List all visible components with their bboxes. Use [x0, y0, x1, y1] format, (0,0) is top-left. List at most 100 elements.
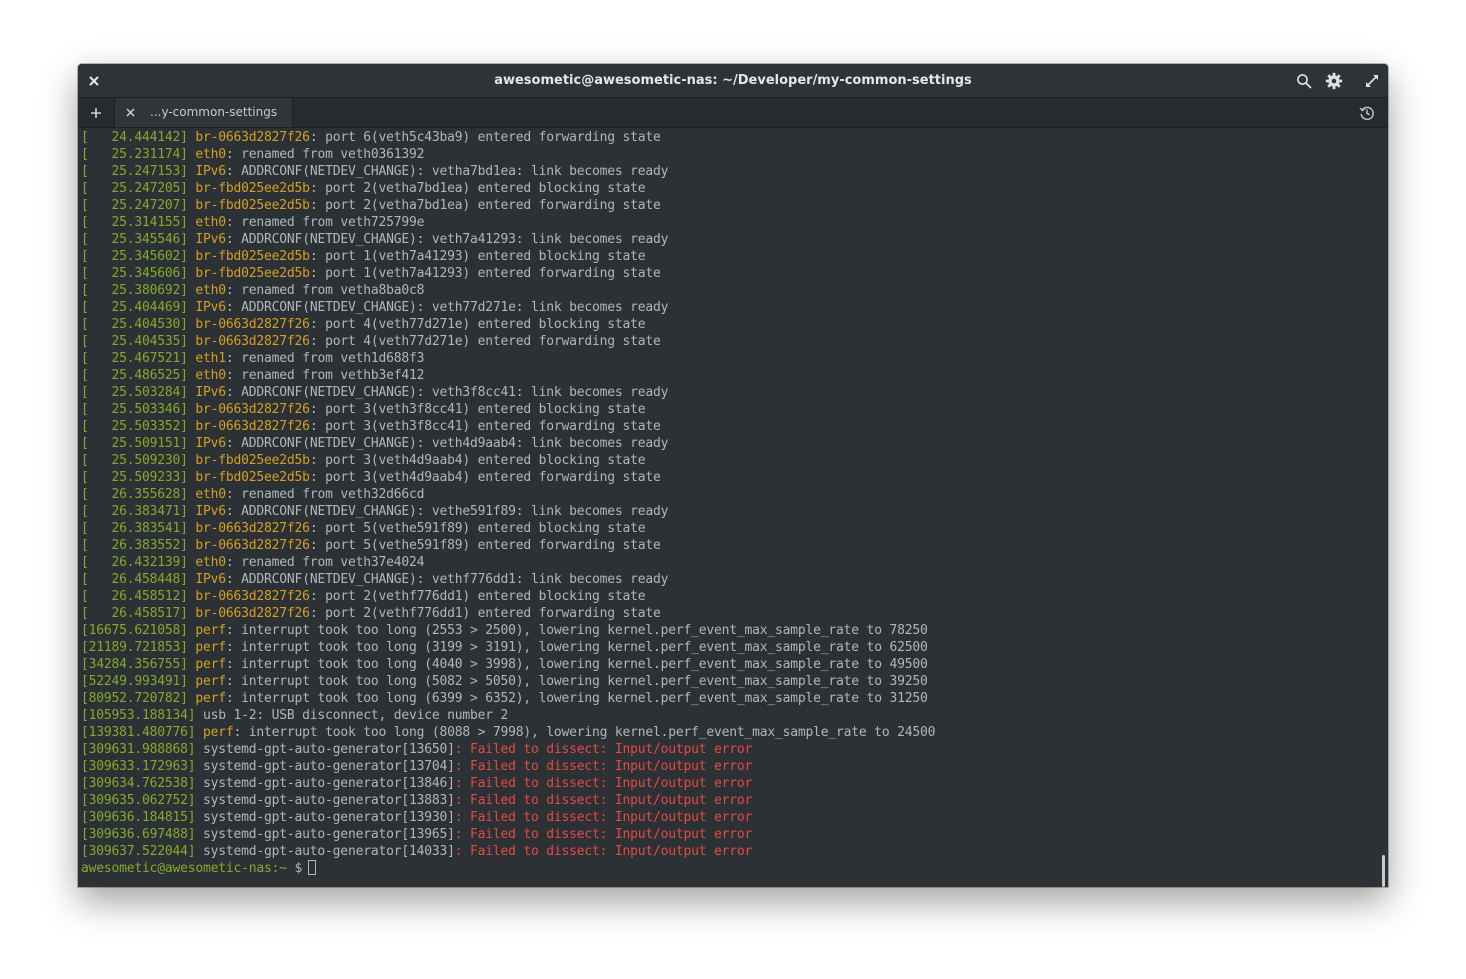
log-line: [309636.184815] systemd-gpt-auto-generat… [81, 809, 1388, 826]
log-source: perf [195, 691, 226, 706]
log-line: [ 25.247153] IPv6: ADDRCONF(NETDEV_CHANG… [81, 163, 1388, 180]
log-timestamp: [ 26.458512] [81, 589, 196, 604]
log-source: IPv6 [195, 300, 226, 315]
log-message: : port 1(veth7a41293) entered forwarding… [309, 266, 661, 281]
prompt-line[interactable]: awesometic@awesometic-nas:~ $ [81, 860, 1388, 877]
log-source: br-0663d2827f26 [195, 334, 310, 349]
log-line: [52249.993491] perf: interrupt took too … [81, 673, 1388, 690]
log-line: [ 25.247205] br-fbd025ee2d5b: port 2(vet… [81, 180, 1388, 197]
title-bar[interactable]: awesometic@awesometic-nas: ~/Developer/m… [78, 64, 1388, 98]
log-line: [139381.480776] perf: interrupt took too… [81, 724, 1388, 741]
terminal-output[interactable]: [ 24.444142] br-0663d2827f26 : port 6(vet… [78, 128, 1388, 887]
log-timestamp: [ 26.458517] [81, 606, 196, 621]
log-message: systemd-gpt-auto-generator[13883] [203, 793, 455, 808]
log-source: eth0 [195, 487, 226, 502]
log-timestamp: [ 25.509233] [81, 470, 196, 485]
log-line: [309637.522044] systemd-gpt-auto-generat… [81, 843, 1388, 860]
log-message: : renamed from veth32d66cd [225, 487, 425, 502]
log-line: [ 25.345546] IPv6: ADDRCONF(NETDEV_CHANG… [81, 231, 1388, 248]
log-source: br-fbd025ee2d5b [195, 266, 310, 281]
log-source: eth0 [195, 147, 226, 162]
log-message: : interrupt took too long (5082 > 5050),… [225, 674, 928, 689]
log-message: usb 1-2: USB disconnect, device number 2 [203, 708, 509, 723]
log-line: [ 25.404530] br-0663d2827f26: port 4(vet… [81, 316, 1388, 333]
log-message: : port 2(vetha7bd1ea) entered blocking s… [309, 181, 646, 196]
new-tab-button[interactable] [84, 101, 108, 125]
log-source: br-fbd025ee2d5b [195, 249, 310, 264]
log-timestamp: [ 25.509230] [81, 453, 196, 468]
log-message: : port 4(veth77d271e) entered forwarding… [309, 334, 661, 349]
log-line: [ 25.509230] br-fbd025ee2d5b: port 3(vet… [81, 452, 1388, 469]
log-message: : ADDRCONF(NETDEV_CHANGE): veth7a41293: … [225, 232, 669, 247]
log-timestamp: [ 24.444142] [81, 130, 196, 145]
log-message: : renamed from veth1d688f3 [225, 351, 425, 366]
log-timestamp: [309631.988868] [81, 742, 204, 757]
history-icon [1359, 106, 1374, 121]
log-line: [ 25.404469] IPv6: ADDRCONF(NETDEV_CHANG… [81, 299, 1388, 316]
search-button[interactable] [1293, 70, 1315, 92]
log-line: [ 25.503346] br-0663d2827f26: port 3(vet… [81, 401, 1388, 418]
log-source: IPv6 [195, 436, 226, 451]
settings-button[interactable] [1323, 70, 1345, 92]
log-line: [ 25.486525] eth0: renamed from vethb3ef… [81, 367, 1388, 384]
log-source: IPv6 [195, 385, 226, 400]
log-line: [ 25.345606] br-fbd025ee2d5b: port 1(vet… [81, 265, 1388, 282]
log-line: [ 25.503284] IPv6: ADDRCONF(NETDEV_CHANG… [81, 384, 1388, 401]
log-line: [21189.721853] perf: interrupt took too … [81, 639, 1388, 656]
scrollbar-thumb[interactable] [1382, 855, 1385, 887]
log-message: : port 3(veth4d9aab4) entered forwarding… [309, 470, 661, 485]
log-line: [ 26.458448] IPv6: ADDRCONF(NETDEV_CHANG… [81, 571, 1388, 588]
log-message: : port 3(veth3f8cc41) entered forwarding… [309, 419, 661, 434]
log-timestamp: [ 25.467521] [81, 351, 196, 366]
tab-close-button[interactable] [121, 103, 139, 121]
log-source: br-0663d2827f26 [195, 317, 310, 332]
log-message: : port 3(veth4d9aab4) entered blocking s… [309, 453, 646, 468]
log-timestamp: [ 26.458448] [81, 572, 196, 587]
log-source: br-0663d2827f26 [195, 402, 310, 417]
log-message: systemd-gpt-auto-generator[13650] [203, 742, 455, 757]
log-message: : interrupt took too long (6399 > 6352),… [225, 691, 928, 706]
tab-label: ...y-common-settings [150, 105, 278, 119]
log-source: eth0 [195, 215, 226, 230]
close-icon [125, 107, 135, 117]
log-timestamp: [ 26.383541] [81, 521, 196, 536]
prompt-symbol: $ [286, 861, 303, 876]
log-timestamp: [ 25.404530] [81, 317, 196, 332]
log-message: : port 2(vethf776dd1) entered blocking s… [309, 589, 646, 604]
log-timestamp: [ 26.383552] [81, 538, 196, 553]
log-source: br-0663d2827f26 [195, 521, 310, 536]
log-source: perf [195, 640, 226, 655]
log-source: br-fbd025ee2d5b [195, 453, 310, 468]
log-timestamp: [ 25.231174] [81, 147, 196, 162]
log-timestamp: [ 25.486525] [81, 368, 196, 383]
log-timestamp: [ 25.247153] [81, 164, 196, 179]
log-error: : Failed to dissect: Input/output error [454, 810, 753, 825]
log-message: : renamed from veth37e4024 [225, 555, 425, 570]
log-timestamp: [16675.621058] [81, 623, 196, 638]
text-cursor [308, 860, 317, 875]
log-timestamp: [ 25.247207] [81, 198, 196, 213]
log-message: : port 6(veth5c43ba9) entered forwarding… [309, 130, 661, 145]
plus-icon [91, 108, 101, 118]
closed-tabs-history-button[interactable] [1356, 102, 1378, 124]
log-source: perf [195, 657, 226, 672]
window-title: awesometic@awesometic-nas: ~/Developer/m… [494, 73, 972, 88]
log-message: systemd-gpt-auto-generator[14033] [203, 844, 455, 859]
log-message: : port 2(vethf776dd1) entered forwarding… [309, 606, 661, 621]
gear-icon [1325, 72, 1343, 90]
maximize-button[interactable] [1361, 70, 1383, 92]
log-timestamp: [ 25.503352] [81, 419, 196, 434]
log-timestamp: [ 25.345546] [81, 232, 196, 247]
log-message: : renamed from veth0361392 [225, 147, 425, 162]
log-timestamp: [ 25.503284] [81, 385, 196, 400]
log-timestamp: [309633.172963] [81, 759, 204, 774]
search-icon [1297, 74, 1312, 89]
log-source: perf [195, 623, 226, 638]
tab-my-common-settings[interactable]: ...y-common-settings [114, 98, 293, 127]
log-timestamp: [52249.993491] [81, 674, 196, 689]
log-line: [ 24.444142] br-0663d2827f26: port 6(vet… [81, 129, 1388, 146]
log-message: : port 1(veth7a41293) entered blocking s… [309, 249, 646, 264]
log-error: : Failed to dissect: Input/output error [454, 793, 753, 808]
log-error: : Failed to dissect: Input/output error [454, 827, 753, 842]
log-message: : ADDRCONF(NETDEV_CHANGE): vethf776dd1: … [225, 572, 669, 587]
